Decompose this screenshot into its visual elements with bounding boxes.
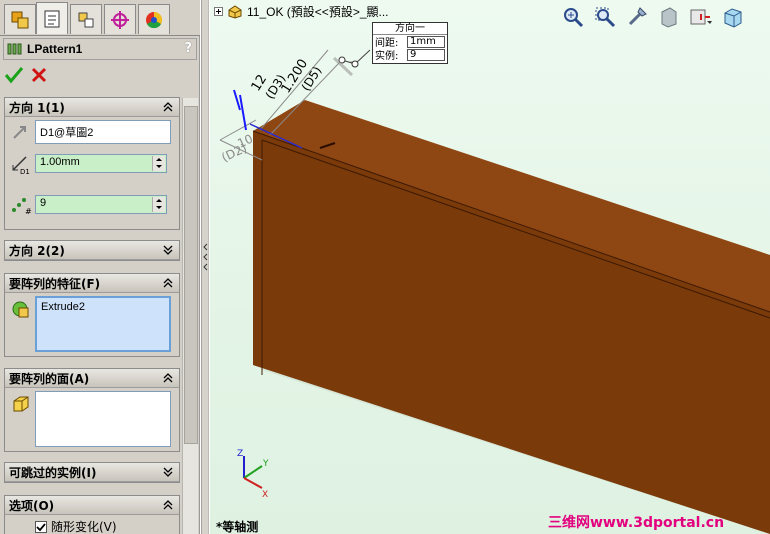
collapse-chevron-icon[interactable] xyxy=(163,278,173,288)
configuration-manager-tab[interactable] xyxy=(70,4,102,34)
callout-pointer xyxy=(332,49,371,77)
help-button[interactable]: ? xyxy=(184,41,192,56)
graphics-area[interactable]: 11_OK (預設<<預設>_顯... 12 1.200 (D3) (D5) (… xyxy=(210,0,770,534)
direction-arrow-icon xyxy=(13,126,26,139)
panel-splitter[interactable] xyxy=(201,0,209,534)
direction-reference-field[interactable]: D1@草圖2 xyxy=(35,120,171,144)
direction1-header[interactable]: 方向 1(1) xyxy=(5,98,179,117)
instances-value: 9 xyxy=(40,197,47,209)
faces-header[interactable]: 要阵列的面(A) xyxy=(5,369,179,388)
options-header[interactable]: 选项(O) xyxy=(5,496,179,515)
svg-text:#: # xyxy=(25,207,32,215)
direction2-title: 方向 2(2) xyxy=(9,243,65,258)
expand-chevron-icon[interactable] xyxy=(163,467,173,477)
direction1-title: 方向 1(1) xyxy=(9,100,65,115)
callout-instances-input[interactable]: 9 xyxy=(407,48,445,61)
faces-to-pattern-group: 要阵列的面(A) xyxy=(4,368,180,452)
spacing-spinner[interactable] xyxy=(152,156,165,171)
options-title: 选项(O) xyxy=(9,498,55,513)
coordinate-triad: Z Y X xyxy=(237,449,269,500)
direction2-header[interactable]: 方向 2(2) xyxy=(5,241,179,260)
display-manager-tab[interactable] xyxy=(138,4,170,34)
features-header[interactable]: 要阵列的特征(F) xyxy=(5,274,179,293)
direction2-group[interactable]: 方向 2(2) xyxy=(4,240,180,261)
feature-manager-tab[interactable] xyxy=(4,4,36,34)
panel-tab-bar xyxy=(0,0,200,36)
faces-title: 要阵列的面(A) xyxy=(9,371,90,386)
selected-edge-highlight xyxy=(233,89,247,131)
panel-scrollbar[interactable] xyxy=(182,98,198,534)
callout-instances-label: 实例: xyxy=(375,51,399,62)
color-wheel-icon xyxy=(146,11,163,28)
options-group: 选项(O) 随形变化(V) xyxy=(4,495,180,534)
ok-checkmark-icon[interactable] xyxy=(4,66,24,84)
checkmark-icon xyxy=(36,522,46,531)
skip-instances-group[interactable]: 可跳过的实例(I) xyxy=(4,462,180,483)
spacing-d1-icon: D1 xyxy=(12,156,30,175)
direction1-group: 方向 1(1) D1@草圖2 D1 1.00mm # 9 xyxy=(4,97,180,230)
property-manager-panel: LPattern1 ? 方向 1(1) D1@草圖2 D1 1.00mm # 9… xyxy=(0,0,200,534)
spacing-input[interactable]: 1.00mm xyxy=(35,154,167,173)
faces-list[interactable] xyxy=(35,391,171,447)
feature-select-icon xyxy=(12,301,29,318)
face-select-icon xyxy=(13,396,29,412)
vary-sketch-label: 随形变化(V) xyxy=(51,520,117,534)
linear-pattern-icon xyxy=(7,43,22,55)
expand-chevron-icon[interactable] xyxy=(163,245,173,255)
features-title: 要阵列的特征(F) xyxy=(9,276,101,291)
callout-spacing-input[interactable]: 1mm xyxy=(407,35,445,48)
instances-input[interactable]: 9 xyxy=(35,195,167,214)
collapse-arrows-icon[interactable] xyxy=(203,240,208,272)
svg-text:D1: D1 xyxy=(20,168,30,175)
model-viewport[interactable]: 12 1.200 (D3) (D5) (D2) 10 Z Y X xyxy=(210,0,770,534)
triad-y-label: Y xyxy=(262,459,269,469)
list-item[interactable]: Extrude2 xyxy=(41,301,165,313)
property-manager-header: LPattern1 ? xyxy=(3,38,197,60)
callout-instances-row: 实例: 9 xyxy=(373,48,447,62)
pattern-callout: 方向一 间距: 1mm 实例: 9 xyxy=(372,22,448,64)
vary-sketch-option[interactable]: 随形变化(V) xyxy=(35,518,117,534)
watermark: 三维网www.3dportal.cn xyxy=(548,515,725,531)
spacing-value: 1.00mm xyxy=(40,156,80,168)
triad-z-label: Z xyxy=(237,449,243,459)
page-title: LPattern1 xyxy=(27,42,83,56)
features-list[interactable]: Extrude2 xyxy=(35,296,171,352)
crosshair-icon xyxy=(111,10,129,29)
instances-spinner[interactable] xyxy=(152,197,165,212)
skip-title: 可跳过的实例(I) xyxy=(9,465,97,480)
cancel-x-icon[interactable] xyxy=(30,66,48,84)
dimxpert-tab[interactable] xyxy=(104,4,136,34)
collapse-chevron-icon[interactable] xyxy=(163,500,173,510)
feature-tree-icon xyxy=(11,11,29,28)
property-manager-tab[interactable] xyxy=(36,2,68,34)
view-orientation-label: *等轴测 xyxy=(216,520,259,534)
features-to-pattern-group: 要阵列的特征(F) Extrude2 xyxy=(4,273,180,357)
configuration-icon xyxy=(78,12,94,27)
skip-header[interactable]: 可跳过的实例(I) xyxy=(5,463,179,482)
vary-sketch-checkbox[interactable] xyxy=(35,520,47,533)
instances-icon: # xyxy=(12,198,32,215)
collapse-chevron-icon[interactable] xyxy=(163,373,173,383)
collapse-chevron-icon[interactable] xyxy=(163,102,173,112)
triad-x-label: X xyxy=(262,490,268,500)
property-manager-icon xyxy=(44,10,60,27)
scrollbar-thumb[interactable] xyxy=(184,106,198,444)
